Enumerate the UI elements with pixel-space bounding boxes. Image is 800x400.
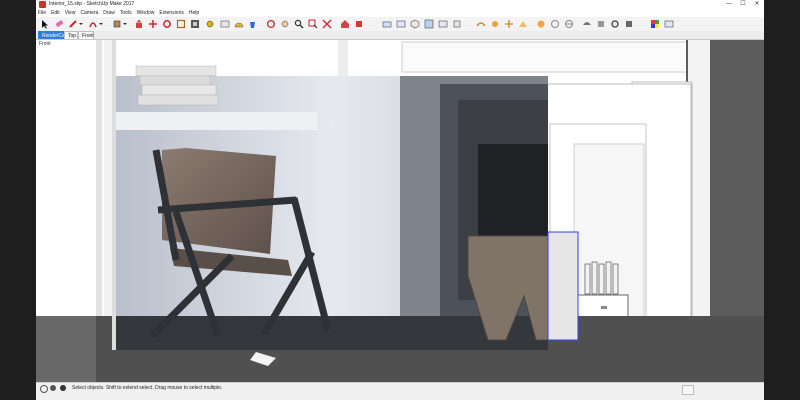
scene-tabs: RenderCam Top Front [36, 31, 764, 40]
zoom-icon[interactable] [294, 19, 304, 29]
maximize-icon[interactable]: ☐ [736, 0, 750, 9]
paint-bucket-icon[interactable] [248, 19, 258, 29]
sandbox-drape-icon[interactable] [504, 19, 514, 29]
sandbox-flip-icon[interactable] [518, 19, 528, 29]
tab-rendercam[interactable]: RenderCam [38, 31, 69, 39]
menu-tools[interactable]: Tools [120, 9, 132, 17]
credits-icon[interactable] [50, 385, 56, 391]
push-pull-icon[interactable] [134, 19, 144, 29]
components-icon[interactable] [664, 19, 674, 29]
zoom-extents-icon[interactable] [322, 19, 332, 29]
section-plane-icon[interactable] [536, 19, 546, 29]
sandbox-icon[interactable] [476, 19, 486, 29]
eraser-icon[interactable] [54, 19, 64, 29]
dropdown-icon[interactable] [122, 19, 128, 29]
sketchup-window: Interior_15.skp - SketchUp Make 2017 — ☐… [36, 0, 764, 400]
sandbox-stamp-icon[interactable] [490, 19, 500, 29]
resize-grip-icon[interactable] [682, 385, 694, 395]
user-icon[interactable] [60, 385, 66, 391]
menu-bar: File Edit View Camera Draw Tools Window … [36, 9, 764, 17]
menu-view[interactable]: View [65, 9, 76, 17]
toolbar [36, 17, 764, 32]
select-icon[interactable] [40, 19, 50, 29]
menu-extensions[interactable]: Extensions [159, 9, 183, 17]
section-cut-icon[interactable] [564, 19, 574, 29]
protractor-icon[interactable] [234, 19, 244, 29]
orbit-icon[interactable] [266, 19, 276, 29]
close-icon[interactable]: ✕ [750, 0, 764, 9]
warehouse-icon[interactable] [340, 19, 350, 29]
menu-edit[interactable]: Edit [51, 9, 60, 17]
menu-draw[interactable]: Draw [103, 9, 115, 17]
section-display-icon[interactable] [550, 19, 560, 29]
shape-icon[interactable] [112, 19, 122, 29]
iso-view-icon[interactable] [410, 19, 420, 29]
settings-icon[interactable] [610, 19, 620, 29]
tab-top[interactable]: Top [64, 31, 78, 39]
offset-icon[interactable] [190, 19, 200, 29]
menu-file[interactable]: File [38, 9, 46, 17]
top-view-icon[interactable] [424, 19, 434, 29]
materials-icon[interactable] [650, 19, 660, 29]
extension-icon[interactable] [354, 19, 364, 29]
status-bar: Select objects. Shift to extend select. … [36, 382, 764, 400]
move-icon[interactable] [148, 19, 158, 29]
layer-icon[interactable] [396, 19, 406, 29]
style-icon[interactable] [382, 19, 392, 29]
info-icon[interactable] [40, 385, 48, 393]
status-message: Select objects. Shift to extend select. … [72, 385, 223, 391]
front-view-icon[interactable] [438, 19, 448, 29]
scene-model[interactable] [36, 40, 764, 382]
scene-label: Front [39, 41, 51, 47]
window-title: Interior_15.skp - SketchUp Make 2017 [49, 1, 135, 7]
minimize-icon[interactable]: — [722, 0, 736, 9]
text-icon[interactable] [220, 19, 230, 29]
fog-icon[interactable] [582, 19, 592, 29]
pencil-icon[interactable] [68, 19, 78, 29]
shadows-icon[interactable] [596, 19, 606, 29]
scale-icon[interactable] [176, 19, 186, 29]
model-viewport[interactable]: Front [36, 40, 764, 382]
right-view-icon[interactable] [452, 19, 462, 29]
arc-icon[interactable] [88, 19, 98, 29]
zoom-window-icon[interactable] [308, 19, 318, 29]
menu-window[interactable]: Window [137, 9, 155, 17]
dropdown-icon[interactable] [78, 19, 84, 29]
sketchup-app-icon [39, 1, 46, 8]
menu-camera[interactable]: Camera [80, 9, 98, 17]
rotate-icon[interactable] [162, 19, 172, 29]
tag-icon[interactable] [624, 19, 634, 29]
dropdown-icon[interactable] [98, 19, 104, 29]
pan-icon[interactable] [280, 19, 290, 29]
tab-front[interactable]: Front [78, 31, 94, 39]
tape-measure-icon[interactable] [206, 19, 216, 29]
menu-help[interactable]: Help [189, 9, 199, 17]
